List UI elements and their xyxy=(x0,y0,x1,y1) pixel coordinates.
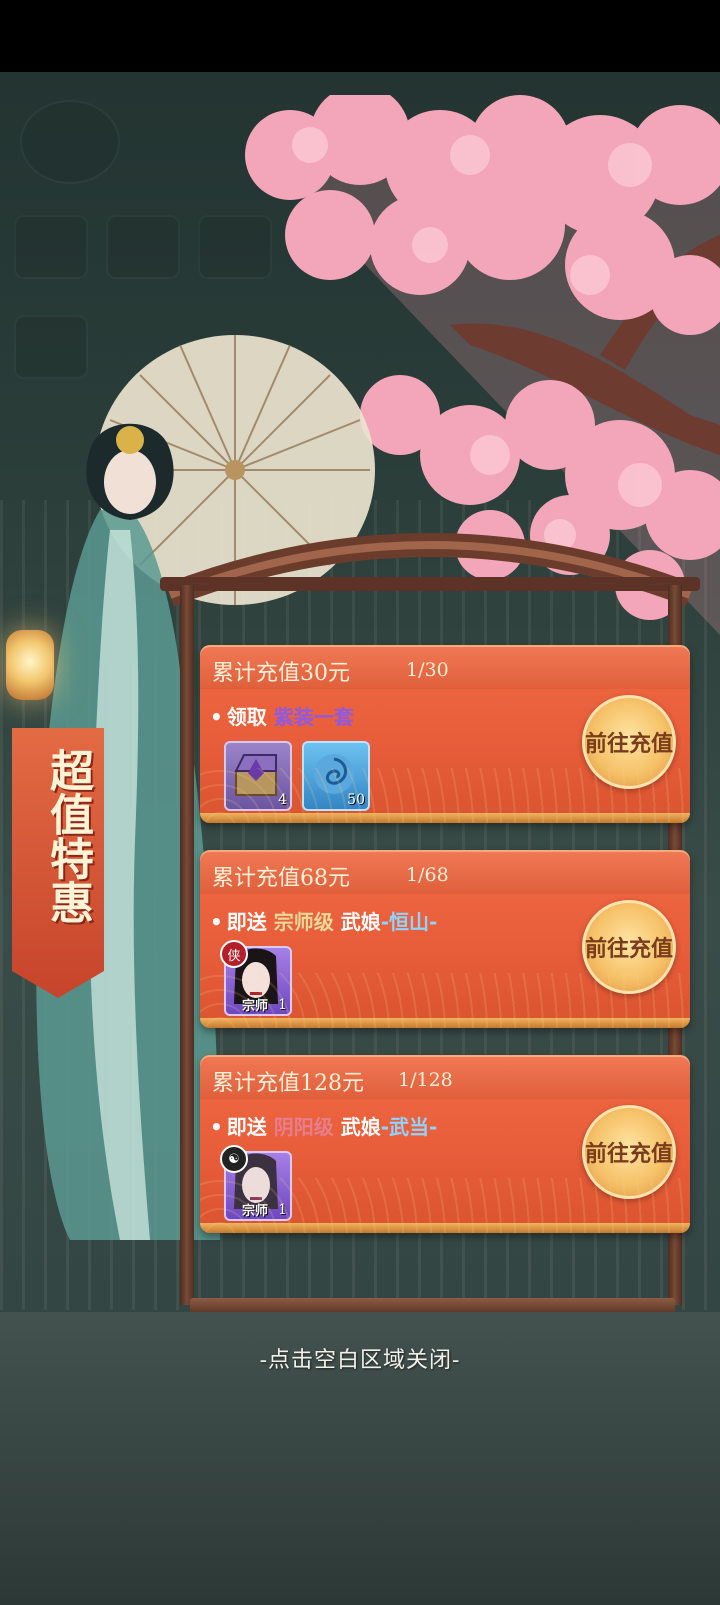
recharge-button[interactable]: 前往充值 xyxy=(582,695,676,789)
desc-name: -恒山- xyxy=(380,910,438,934)
desc-highlight: 紫装一套 xyxy=(273,705,354,729)
arch-post-left xyxy=(180,585,194,1305)
hero-badge: 侠 xyxy=(220,940,248,968)
card-progress: 1/30 xyxy=(406,659,449,681)
desc-role: 武娘 xyxy=(340,1115,381,1139)
desc-rank: 阴阳级 xyxy=(273,1115,334,1139)
hero-badge: ☯ xyxy=(220,1145,248,1173)
banner-title: 超值特惠 xyxy=(42,748,93,924)
card-description: • 即送 宗师级 武娘-恒山- xyxy=(210,910,438,934)
desc-prefix: 即送 xyxy=(226,1115,267,1139)
swirl-orb-icon xyxy=(314,754,354,794)
recharge-card-128: 累计充值128元 1/128 • 即送 阴阳级 武娘-武当- ☯ 宗师 1 前往充… xyxy=(200,1055,690,1233)
card-title: 累计充值68元 xyxy=(212,866,350,891)
recharge-card-68: 累计充值68元 1/68 • 即送 宗师级 武娘-恒山- 侠 宗师 1 前往充值 xyxy=(200,850,690,1028)
treasure-chest-icon xyxy=(234,754,277,796)
wooden-arch xyxy=(160,533,700,607)
reward-hero[interactable]: 侠 宗师 1 xyxy=(220,940,292,1016)
desc-prefix: 即送 xyxy=(226,910,267,934)
avatar xyxy=(20,100,120,184)
hero-tag: 宗师 xyxy=(242,1204,269,1219)
card-progress: 1/128 xyxy=(398,1069,453,1091)
card-edge xyxy=(200,813,690,823)
desc-name: -武当- xyxy=(380,1115,438,1139)
reward-hero[interactable]: ☯ 宗师 1 xyxy=(220,1145,292,1221)
card-edge xyxy=(200,1018,690,1028)
card-progress: 1/68 xyxy=(406,864,449,886)
lantern-icon xyxy=(6,630,54,700)
recharge-button-label: 前往充值 xyxy=(585,731,674,757)
card-edge xyxy=(200,1223,690,1233)
item-count: 1 xyxy=(278,997,287,1013)
item-count: 50 xyxy=(347,792,365,808)
recharge-button[interactable]: 前往充值 xyxy=(582,1105,676,1199)
desc-rank: 宗师级 xyxy=(273,910,334,934)
reward-item[interactable]: 50 xyxy=(302,741,370,811)
desc-prefix: 领取 xyxy=(226,705,267,729)
shop-icon xyxy=(106,215,180,279)
recharge-card-30: 累计充值30元 1/30 • 领取 紫装一套 4 50 前往充值 xyxy=(200,645,690,823)
card-description: • 即送 阴阳级 武娘-武当- xyxy=(210,1115,438,1139)
recharge-button[interactable]: 前往充值 xyxy=(582,900,676,994)
desc-role: 武娘 xyxy=(340,910,381,934)
ghost-menu-row-2 xyxy=(14,315,88,379)
scroll-icon xyxy=(14,215,88,279)
card-title: 累计充值30元 xyxy=(212,661,350,686)
recharge-button-label: 前往充值 xyxy=(585,1141,674,1167)
close-hint: -点击空白区域关闭- xyxy=(259,1348,461,1373)
card-description: • 领取 紫装一套 xyxy=(210,705,354,729)
pouch-icon xyxy=(14,315,88,379)
reward-item[interactable]: 4 xyxy=(224,741,292,811)
item-count: 4 xyxy=(278,792,287,808)
game-screen[interactable]: 超值特惠 累计充值30元 1/30 • 领取 紫装一套 4 50 前往充值 累计… xyxy=(0,0,720,1605)
recharge-button-label: 前往充值 xyxy=(585,936,674,962)
hero-tag: 宗师 xyxy=(242,999,269,1014)
item-count: 1 xyxy=(278,1202,287,1218)
card-title: 累计充值128元 xyxy=(212,1071,364,1096)
status-bar xyxy=(0,0,720,72)
